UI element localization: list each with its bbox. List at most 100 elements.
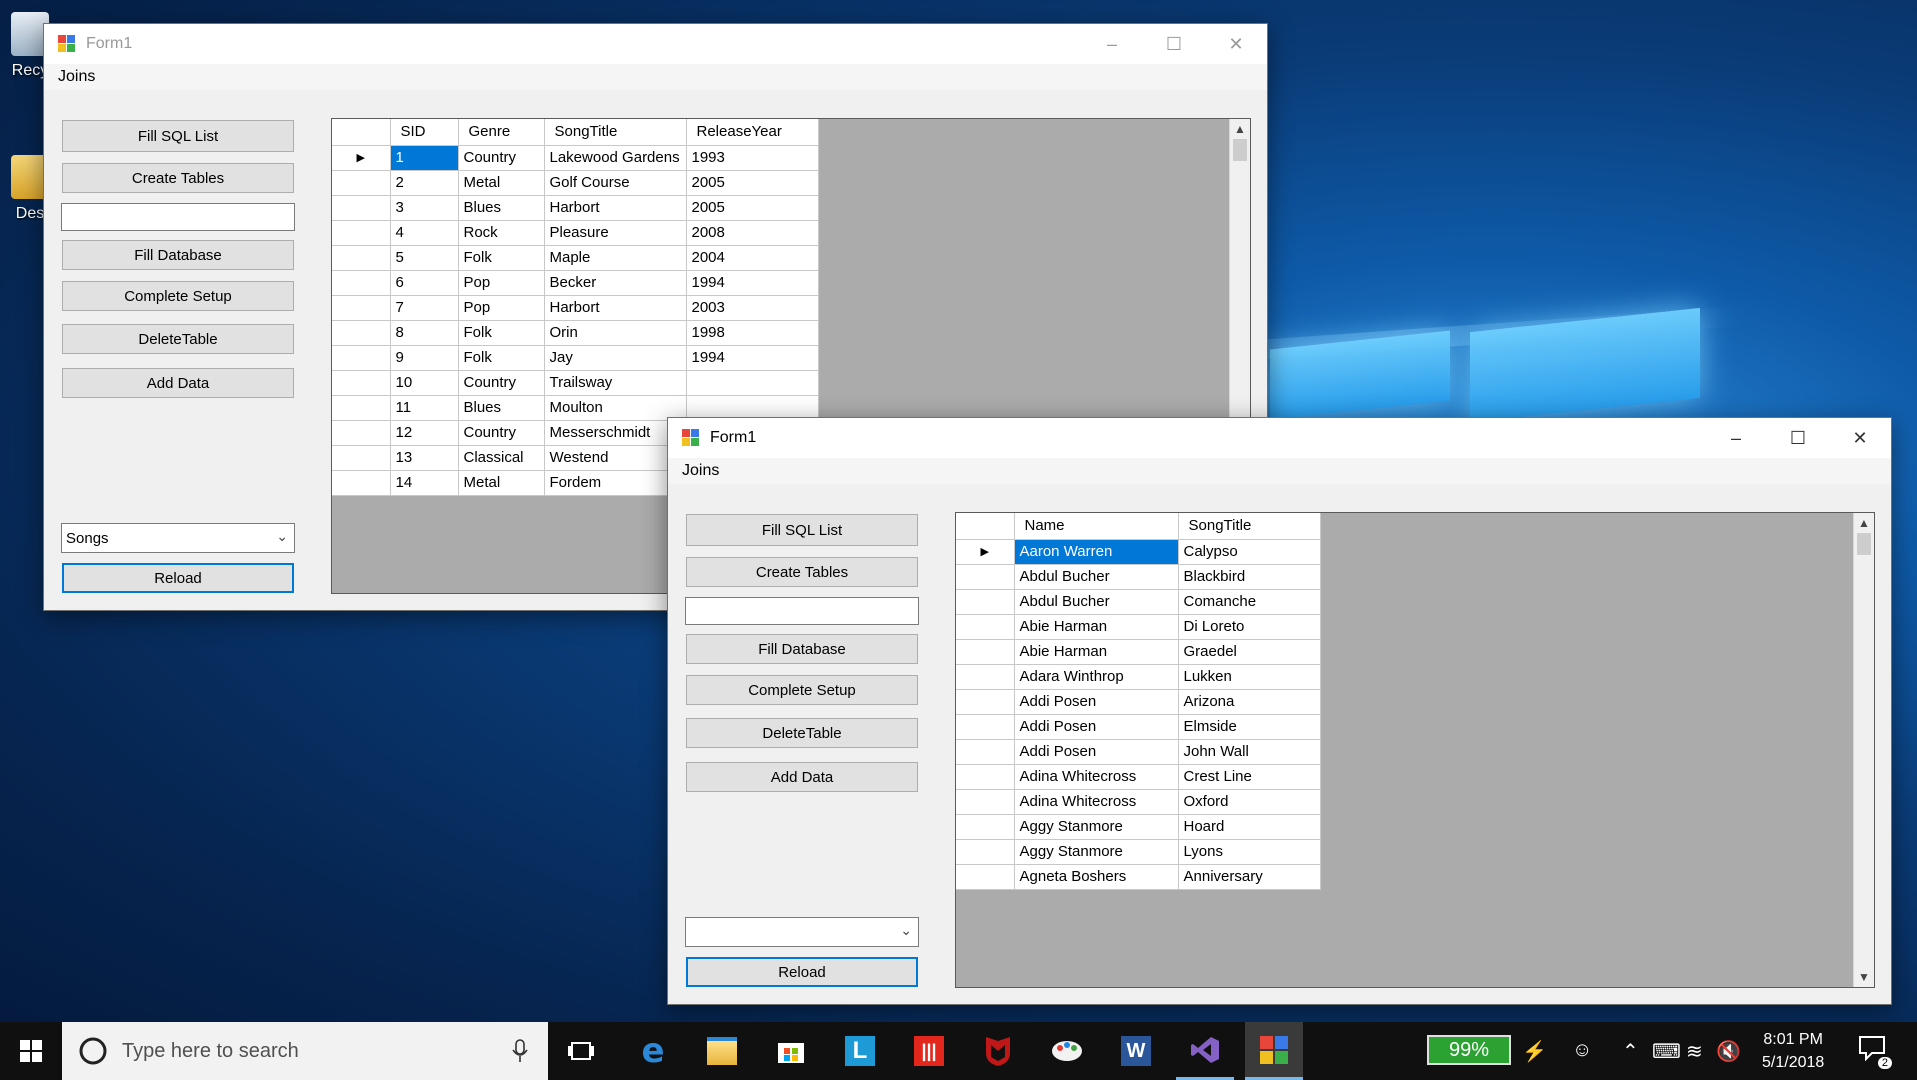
vertical-scrollbar[interactable]: ▲ ▼ (1853, 513, 1874, 987)
maximize-button[interactable]: ☐ (1767, 418, 1829, 458)
current-row-indicator-icon[interactable]: ▶ (332, 145, 391, 171)
fill-database-button[interactable]: Fill Database (62, 240, 294, 270)
table-cell[interactable]: Pleasure (544, 220, 687, 246)
table-cell[interactable]: Messerschmidt (544, 420, 687, 446)
create-tables-button[interactable]: Create Tables (62, 163, 294, 193)
create-tables-button[interactable]: Create Tables (686, 557, 918, 587)
table-cell[interactable]: 1994 (686, 345, 819, 371)
row-header[interactable] (956, 864, 1015, 890)
table-row[interactable]: Abdul Bucher Comanche (956, 589, 1321, 615)
current-row-indicator-icon[interactable]: ▶ (956, 539, 1015, 565)
row-header[interactable] (332, 220, 391, 246)
table-row[interactable]: 9 Folk Jay 1994 (332, 345, 819, 371)
table-cell[interactable]: Country (458, 145, 545, 171)
start-button[interactable] (0, 1022, 62, 1080)
column-header[interactable]: Genre (458, 119, 545, 146)
taskbar-edge[interactable]: e (624, 1022, 682, 1080)
table-row[interactable]: Aggy Stanmore Hoard (956, 814, 1321, 840)
fill-database-button[interactable]: Fill Database (686, 634, 918, 664)
table-cell[interactable]: 2003 (686, 295, 819, 321)
row-header[interactable] (956, 739, 1015, 765)
table-cell[interactable]: 5 (390, 245, 459, 271)
table-cell[interactable]: Lakewood Gardens (544, 145, 687, 171)
scroll-up-icon[interactable]: ▲ (1230, 119, 1250, 139)
table-cell[interactable]: Pop (458, 270, 545, 296)
table-cell[interactable]: Adara Winthrop (1014, 664, 1179, 690)
delete-table-button[interactable]: DeleteTable (686, 718, 918, 748)
taskbar-visual-studio[interactable] (1176, 1022, 1234, 1080)
maximize-button[interactable]: ☐ (1143, 24, 1205, 64)
close-button[interactable]: ✕ (1205, 24, 1267, 64)
row-header[interactable] (956, 764, 1015, 790)
table-cell[interactable]: 13 (390, 445, 459, 471)
table-cell[interactable]: Arizona (1178, 689, 1321, 715)
table-cell[interactable]: Trailsway (544, 370, 687, 396)
table-cell[interactable]: 1 (390, 145, 459, 171)
delete-table-button[interactable]: DeleteTable (62, 324, 294, 354)
table-cell[interactable]: Calypso (1178, 539, 1321, 565)
table-cell[interactable]: 4 (390, 220, 459, 246)
action-center-button[interactable]: 2 (1858, 1035, 1892, 1069)
row-header[interactable] (956, 689, 1015, 715)
scroll-up-icon[interactable]: ▲ (1854, 513, 1874, 533)
row-header[interactable] (332, 245, 391, 271)
table-cell[interactable]: 3 (390, 195, 459, 221)
table-cell[interactable]: Blackbird (1178, 564, 1321, 590)
row-header[interactable] (332, 345, 391, 371)
taskbar-lync[interactable]: L (831, 1022, 889, 1080)
people-icon[interactable]: ☺ (1572, 1039, 1592, 1062)
row-header[interactable] (332, 445, 391, 471)
table-row[interactable]: Aggy Stanmore Lyons (956, 839, 1321, 865)
table-row[interactable]: Addi Posen John Wall (956, 739, 1321, 765)
title-bar[interactable]: Form1 – ☐ ✕ (668, 418, 1891, 458)
table-cell[interactable]: 7 (390, 295, 459, 321)
table-row[interactable]: Adina Whitecross Oxford (956, 789, 1321, 815)
table-row[interactable]: Abdul Bucher Blackbird (956, 564, 1321, 590)
table-cell[interactable]: Aggy Stanmore (1014, 839, 1179, 865)
menu-joins[interactable]: Joins (668, 462, 733, 480)
table-cell[interactable]: Harbort (544, 195, 687, 221)
scroll-down-icon[interactable]: ▼ (1854, 967, 1874, 987)
table-cell[interactable]: Country (458, 420, 545, 446)
row-header[interactable] (956, 589, 1015, 615)
table-cell[interactable]: Abdul Bucher (1014, 589, 1179, 615)
table-cell[interactable]: 11 (390, 395, 459, 421)
table-cell[interactable]: Adina Whitecross (1014, 789, 1179, 815)
table-cell[interactable]: Addi Posen (1014, 689, 1179, 715)
table-cell[interactable]: Lyons (1178, 839, 1321, 865)
table-cell[interactable]: Anniversary (1178, 864, 1321, 890)
column-header[interactable]: SongTitle (544, 119, 687, 146)
table-cell[interactable]: Maple (544, 245, 687, 271)
table-cell[interactable]: Golf Course (544, 170, 687, 196)
table-cell[interactable]: Oxford (1178, 789, 1321, 815)
row-header[interactable] (332, 295, 391, 321)
table-cell[interactable]: 9 (390, 345, 459, 371)
table-cell[interactable]: Addi Posen (1014, 714, 1179, 740)
table-cell[interactable]: Aggy Stanmore (1014, 814, 1179, 840)
complete-setup-button[interactable]: Complete Setup (62, 281, 294, 311)
chevron-up-icon[interactable]: ⌃ (1622, 1039, 1639, 1064)
row-header[interactable] (956, 714, 1015, 740)
table-cell[interactable]: Pop (458, 295, 545, 321)
table-cell[interactable]: Orin (544, 320, 687, 346)
table-row[interactable]: 8 Folk Orin 1998 (332, 320, 819, 346)
column-header[interactable]: ReleaseYear (686, 119, 819, 146)
table-row[interactable]: ▶ Aaron Warren Calypso (956, 539, 1321, 565)
table-cell[interactable]: Folk (458, 345, 545, 371)
form1-window-front[interactable]: Form1 – ☐ ✕ Joins Fill SQL List Create T… (667, 417, 1892, 1005)
table-cell[interactable]: Becker (544, 270, 687, 296)
reload-button[interactable]: Reload (62, 563, 294, 593)
table-cell[interactable]: Hoard (1178, 814, 1321, 840)
table-cell[interactable]: 14 (390, 470, 459, 496)
table-cell[interactable] (686, 370, 819, 396)
fill-sql-list-button[interactable]: Fill SQL List (686, 514, 918, 546)
task-view-button[interactable] (553, 1022, 609, 1080)
table-cell[interactable]: 1993 (686, 145, 819, 171)
table-cell[interactable]: 2005 (686, 195, 819, 221)
table-cell[interactable]: Abdul Bucher (1014, 564, 1179, 590)
table-row[interactable]: ▶ 1 Country Lakewood Gardens 1993 (332, 145, 819, 171)
table-row[interactable]: 5 Folk Maple 2004 (332, 245, 819, 271)
microphone-icon[interactable] (512, 1039, 528, 1063)
table-cell[interactable]: 6 (390, 270, 459, 296)
row-header[interactable] (332, 270, 391, 296)
